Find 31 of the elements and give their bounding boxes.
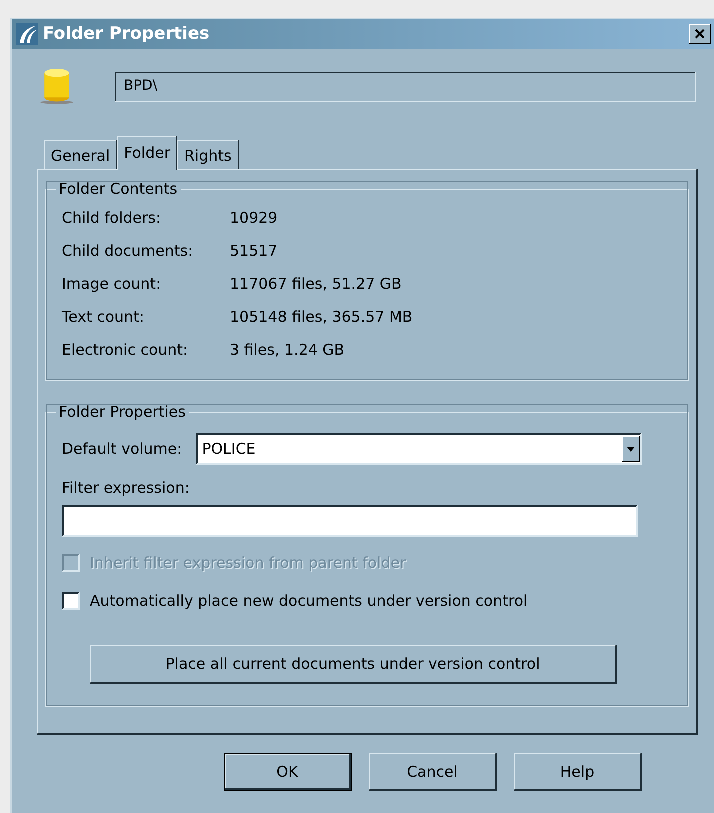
field-value: 3 files, 1.24 GB bbox=[230, 341, 346, 360]
tab[interactable]: Folder bbox=[117, 136, 178, 170]
field-label: Child documents: bbox=[62, 242, 194, 261]
field-value: 117067 files, 51.27 GB bbox=[230, 275, 403, 294]
field-value: 105148 files, 365.57 MB bbox=[230, 308, 414, 327]
tab[interactable]: Rights bbox=[177, 140, 239, 169]
field-label: Text count: bbox=[62, 308, 146, 327]
group-title: Folder Properties bbox=[58, 403, 187, 421]
app-logo-icon bbox=[16, 23, 38, 45]
field-label: Child folders: bbox=[62, 209, 162, 228]
field-label: Electronic count: bbox=[62, 341, 190, 360]
field-value: 51517 bbox=[230, 242, 279, 261]
field-label: Default volume: bbox=[62, 440, 182, 458]
checkbox[interactable] bbox=[62, 592, 80, 610]
field-label: Filter expression: bbox=[62, 479, 191, 497]
field-value: 10929 bbox=[230, 209, 279, 228]
dialog-button[interactable]: OK bbox=[224, 753, 352, 791]
group-title: Folder Contents bbox=[58, 180, 179, 198]
default-volume-dropdown[interactable]: POLICE bbox=[196, 433, 642, 465]
dialog-button[interactable]: Help bbox=[514, 753, 642, 791]
filter-expression-field[interactable] bbox=[62, 505, 638, 537]
checkbox-label: Inherit filter expression from parent folder bbox=[90, 554, 406, 572]
close-button[interactable] bbox=[689, 24, 711, 44]
close-icon bbox=[694, 28, 706, 40]
path-field[interactable]: BPD\ bbox=[115, 72, 696, 102]
checkbox-label: Automatically place new documents under version control bbox=[90, 592, 528, 610]
window-title: Folder Properties bbox=[43, 24, 211, 44]
place-under-version-control-button[interactable]: Place all current documents under version control bbox=[90, 645, 617, 684]
field-label: Image count: bbox=[62, 275, 162, 294]
dialog-button[interactable]: Cancel bbox=[369, 753, 497, 791]
tab[interactable]: General bbox=[44, 140, 118, 169]
